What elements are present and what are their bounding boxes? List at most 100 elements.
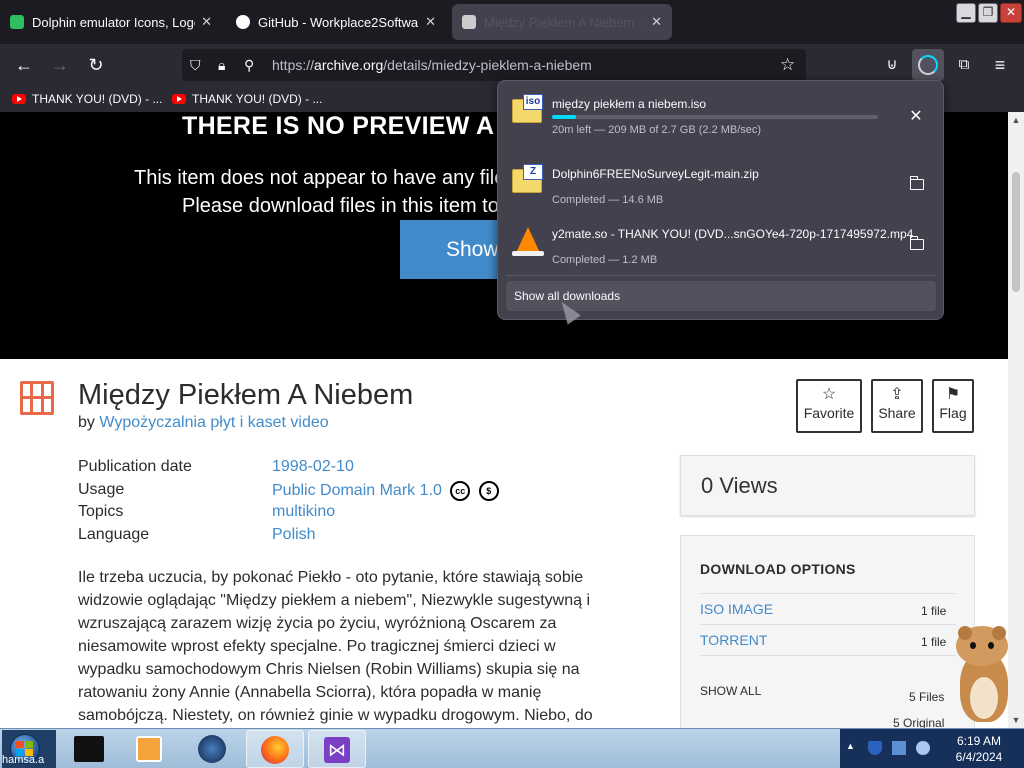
firefox-icon <box>261 736 289 764</box>
bookmark-item[interactable]: THANK YOU! (DVD) - ... <box>12 90 162 108</box>
author-link[interactable]: Wypożyczalnia płyt i kaset video <box>99 414 328 431</box>
taskbar-app-item[interactable] <box>120 730 178 768</box>
archive-favicon-icon <box>462 15 476 29</box>
topic-link[interactable]: multikino <box>272 503 335 521</box>
maximize-button[interactable]: ❐ <box>978 3 998 23</box>
bookmark-label: THANK YOU! (DVD) - ... <box>192 92 323 106</box>
file-type-tag: Z <box>523 164 543 180</box>
system-tray: ▲ 6:19 AM 6/4/2024 <box>840 729 1024 768</box>
file-type-tag: iso <box>523 94 543 110</box>
views-count: 0 Views <box>701 473 778 498</box>
extensions-icon[interactable]: ⧉ <box>950 51 978 79</box>
divider <box>700 593 956 594</box>
metadata-label: Topics <box>78 503 124 520</box>
byline: by Wypożyczalnia płyt i kaset video <box>78 414 329 432</box>
url-prefix: https:// <box>272 57 315 73</box>
favorite-button[interactable]: ☆ Favorite <box>796 379 862 433</box>
tray-expand-icon[interactable]: ▲ <box>846 741 860 755</box>
url-path: /details/miedzy-pieklem-a-niebem <box>383 57 592 73</box>
torrent-link[interactable]: TORRENT <box>700 632 767 648</box>
taskbar-app-item[interactable] <box>184 730 242 768</box>
public-domain-icon: $ <box>478 481 499 501</box>
tab-close-icon[interactable]: ✕ <box>425 14 436 30</box>
lock-icon[interactable]: 🔒︎ <box>218 49 225 81</box>
reload-icon[interactable]: ↻ <box>82 51 110 79</box>
shield-icon[interactable]: ⛉ <box>190 49 201 81</box>
tab-close-icon[interactable]: ✕ <box>201 14 212 30</box>
show-all-link[interactable]: SHOW ALL <box>700 684 761 698</box>
screen: Dolphin emulator Icons, Logos, ✕ GitHub … <box>0 0 1024 768</box>
menu-icon[interactable]: ≡ <box>986 51 1014 79</box>
divider <box>700 624 956 625</box>
window-close-button[interactable]: ✕ <box>1000 3 1022 23</box>
download-status: 20m left — 209 MB of 2.7 GB (2.2 MB/sec) <box>552 124 762 136</box>
url-text[interactable]: https://archive.org/details/miedzy-piekl… <box>272 49 592 81</box>
scroll-thumb[interactable] <box>1012 172 1020 292</box>
cube-app-icon <box>74 736 104 762</box>
language-link[interactable]: Polish <box>272 526 316 544</box>
youtube-icon <box>12 94 26 104</box>
tab-miedzy-pieklem[interactable]: Między Piekłem A Niebem : Wy ✕ <box>452 4 672 40</box>
usage-link[interactable]: Public Domain Mark 1.0 <box>272 482 442 499</box>
zip-file-icon: Z <box>512 164 543 193</box>
views-box: 0 Views <box>680 455 975 516</box>
flag-label: Flag <box>939 405 967 421</box>
back-icon[interactable]: ← <box>10 51 38 79</box>
iso-image-link[interactable]: ISO IMAGE <box>700 601 773 617</box>
bookmark-star-icon[interactable]: ☆ <box>780 49 795 81</box>
clock[interactable]: 6:19 AM 6/4/2024 <box>944 733 1014 765</box>
download-status: Completed — 14.6 MB <box>552 194 664 206</box>
download-progress-bar <box>552 115 878 119</box>
vlc-icon <box>516 227 540 253</box>
permissions-icon[interactable]: ⚲ <box>244 49 254 81</box>
pocket-icon[interactable]: ⊍ <box>878 51 906 79</box>
tab-github[interactable]: GitHub - Workplace2Software/ ✕ <box>226 4 446 40</box>
scroll-up-icon[interactable]: ▲ <box>1008 112 1024 128</box>
taskbar-firefox[interactable] <box>246 730 304 768</box>
flag-icon: ⚑ <box>945 386 961 403</box>
network-icon[interactable] <box>892 741 906 755</box>
favorite-label: Favorite <box>803 405 855 421</box>
share-label: Share <box>878 405 916 421</box>
volume-icon[interactable] <box>916 741 930 755</box>
start-button[interactable]: hamsa.a <box>2 730 56 768</box>
shield-tray-icon[interactable] <box>868 741 882 755</box>
tab-favicon-icon <box>10 15 24 29</box>
divider <box>506 275 936 276</box>
bookmark-item[interactable]: THANK YOU! (DVD) - ... <box>172 90 322 108</box>
forward-icon[interactable]: → <box>46 51 74 79</box>
show-all-count: 5 Files <box>909 690 945 704</box>
minimize-button[interactable]: ▁ <box>956 3 976 23</box>
share-button[interactable]: ⇪ Share <box>871 379 923 433</box>
hamster-mascot <box>950 622 1016 726</box>
bookmark-label: THANK YOU! (DVD) - ... <box>32 92 163 106</box>
taskbar: hamsa.a ⋈ ▲ 6:19 AM 6/4/2024 <box>0 728 1024 768</box>
download-item[interactable]: Z Dolphin6FREENoSurveyLegit-main.zip Com… <box>506 157 936 217</box>
open-folder-icon[interactable] <box>909 236 924 250</box>
github-icon <box>236 15 250 29</box>
publication-date-link[interactable]: 1998-02-10 <box>272 458 354 476</box>
iso-file-icon: iso <box>512 94 543 123</box>
cc-icon: cc <box>450 481 471 501</box>
divider <box>700 655 956 656</box>
cancel-download-icon[interactable]: ✕ <box>904 105 928 129</box>
download-item[interactable]: y2mate.so - THANK YOU! (DVD...snGOYe4-72… <box>506 217 936 277</box>
tab-close-icon[interactable]: ✕ <box>651 14 662 30</box>
start-text: hamsa.a <box>2 754 45 766</box>
no-preview-heading: THERE IS NO PREVIEW A <box>182 112 495 140</box>
media-player-icon <box>136 736 162 762</box>
metadata-label: Publication date <box>78 458 192 475</box>
original-count: 5 Original <box>893 716 945 728</box>
tab-dolphin-icons[interactable]: Dolphin emulator Icons, Logos, ✕ <box>0 4 222 40</box>
download-options-panel: DOWNLOAD OPTIONS ISO IMAGE 1 file TORREN… <box>680 535 975 728</box>
file-count: 1 file <box>921 604 947 618</box>
open-folder-icon[interactable] <box>909 176 924 190</box>
metadata-label: Language <box>78 526 150 543</box>
taskbar-visual-studio[interactable]: ⋈ <box>308 730 366 768</box>
flag-button[interactable]: ⚑ Flag <box>932 379 974 433</box>
downloads-button[interactable] <box>912 49 944 81</box>
taskbar-app-item[interactable] <box>60 730 118 768</box>
download-item[interactable]: iso między piekłem a niebem.iso 20m left… <box>506 87 936 147</box>
url-bar[interactable]: ⛉ 🔒︎ ⚲ https://archive.org/details/miedz… <box>182 49 806 81</box>
tab-label: Dolphin emulator Icons, Logos, <box>32 14 196 30</box>
